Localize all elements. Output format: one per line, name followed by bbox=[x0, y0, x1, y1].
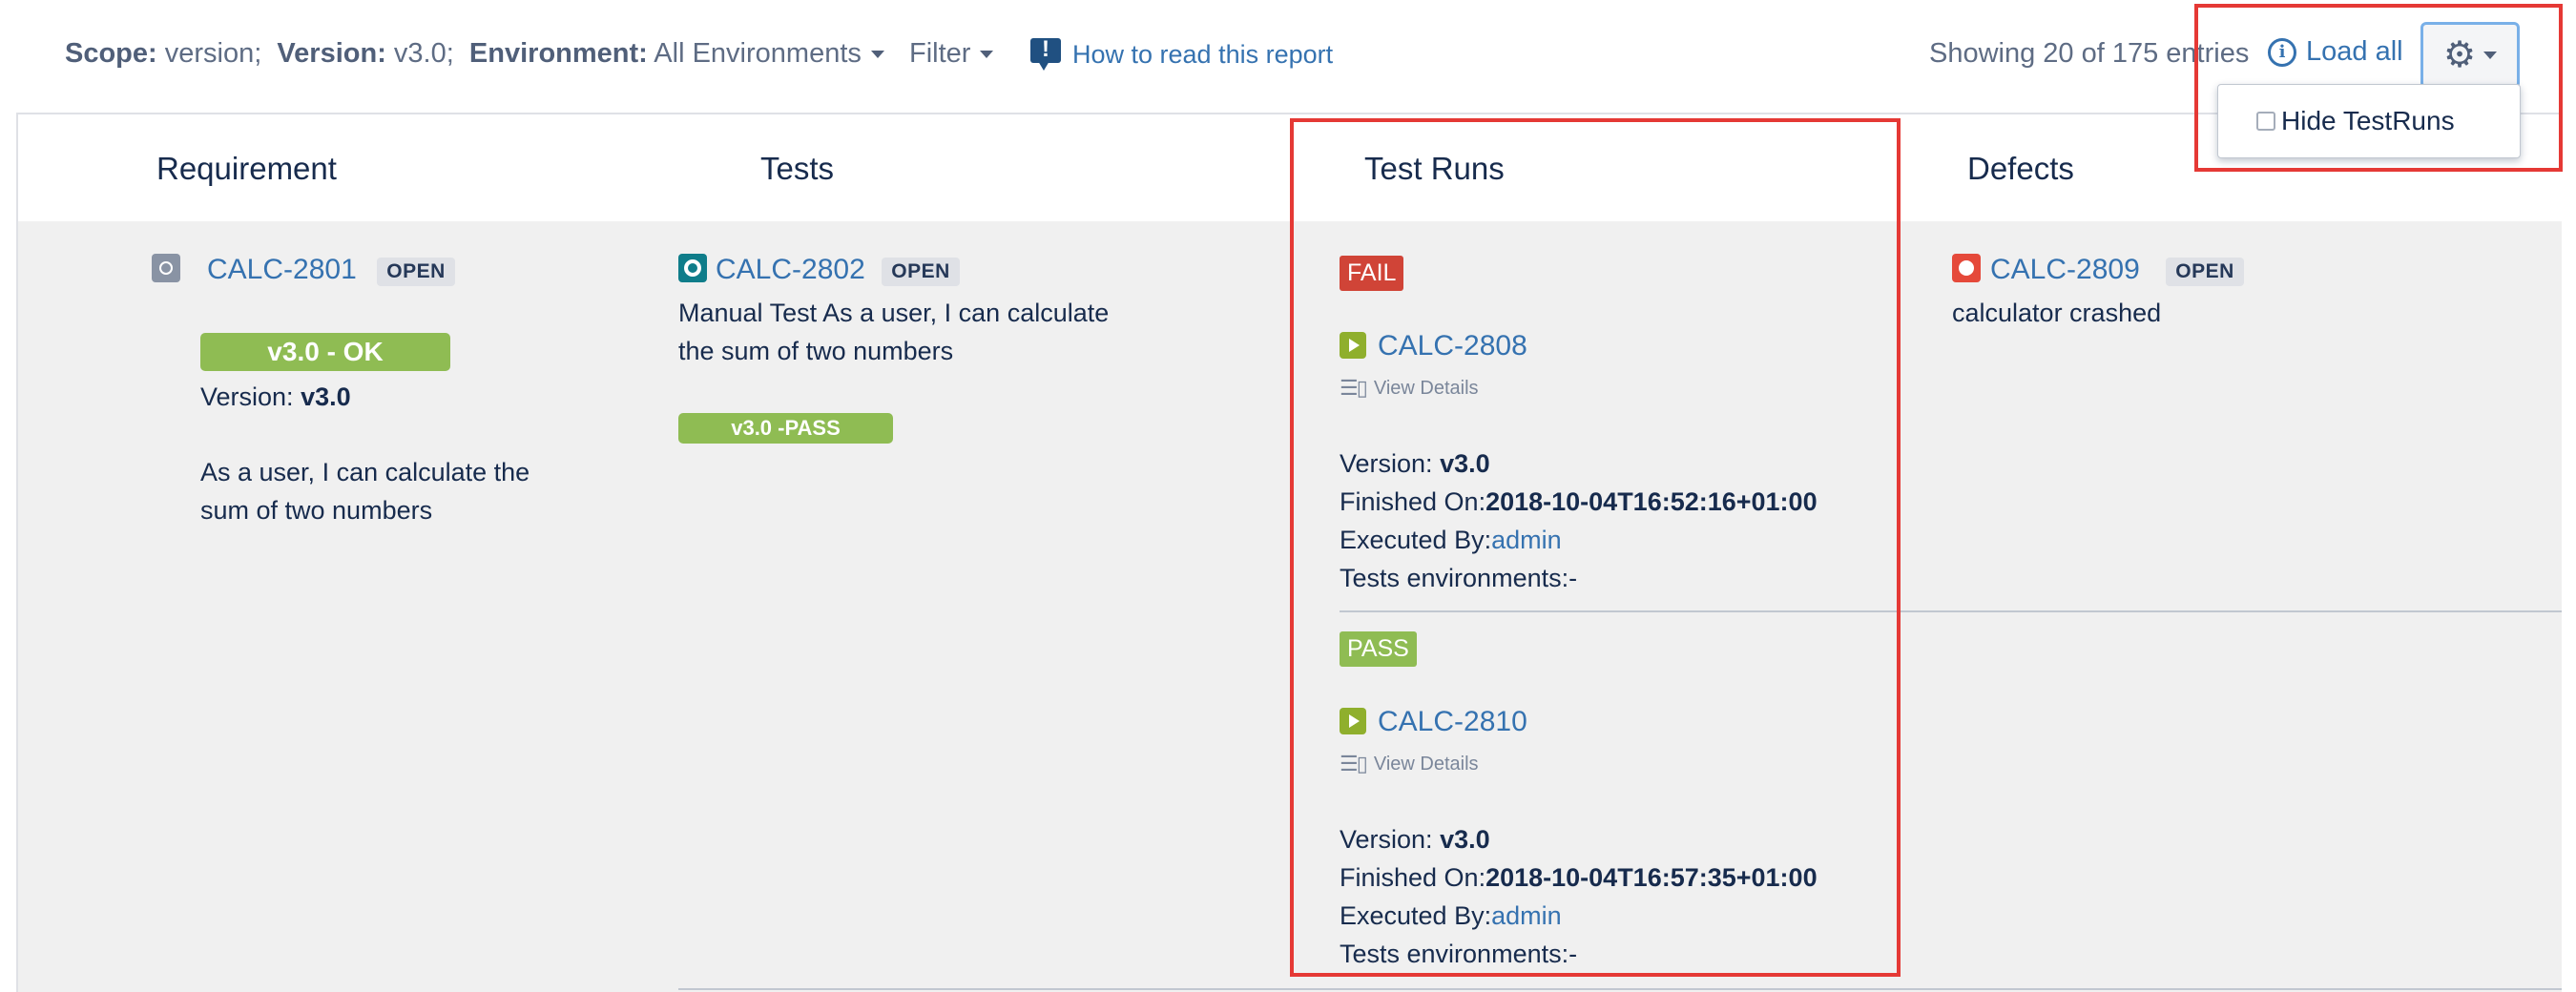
how-to-read-link[interactable]: ! How to read this report bbox=[1030, 36, 1334, 71]
scope-summary: Scope: version; Version: v3.0; Environme… bbox=[65, 38, 884, 70]
test-summary-line: the sum of two numbers bbox=[678, 337, 954, 365]
filter-label: Filter bbox=[909, 38, 971, 69]
environment-dropdown[interactable]: Environment: All Environments bbox=[469, 38, 884, 69]
test-key-row: CALC-2802 OPEN bbox=[716, 254, 960, 286]
version-value: v3.0; bbox=[393, 38, 454, 69]
requirement-key-link[interactable]: CALC-2801 bbox=[207, 254, 357, 285]
traceability-table: Requirement Tests Test Runs Defects CALC… bbox=[16, 113, 2562, 992]
version-label: Version: bbox=[277, 38, 386, 69]
test-status-badge: OPEN bbox=[882, 257, 960, 286]
test-type-icon bbox=[678, 254, 707, 282]
scope-value: version; bbox=[164, 38, 262, 69]
requirement-status-badge: OPEN bbox=[377, 257, 455, 286]
column-header-tests: Tests bbox=[760, 151, 835, 186]
defect-type-icon bbox=[1952, 254, 1981, 282]
report-toolbar: Scope: version; Version: v3.0; Environme… bbox=[0, 0, 2576, 113]
column-header-defects: Defects bbox=[1967, 151, 2074, 186]
test-result-badge: v3.0 -PASS bbox=[678, 413, 893, 444]
environment-value: All Environments bbox=[654, 38, 862, 69]
highlight-test-runs-column bbox=[1290, 118, 1901, 977]
chevron-down-icon bbox=[870, 51, 884, 59]
requirement-summary: As a user, I can calculate the sum of tw… bbox=[200, 453, 530, 529]
test-key-link[interactable]: CALC-2802 bbox=[716, 254, 865, 285]
requirement-version-value: v3.0 bbox=[301, 382, 351, 411]
requirement-summary-line: sum of two numbers bbox=[200, 496, 433, 525]
requirement-type-icon bbox=[152, 254, 180, 282]
how-to-read-label: How to read this report bbox=[1072, 39, 1334, 69]
defect-status-badge: OPEN bbox=[2166, 257, 2244, 286]
requirement-coverage-badge: v3.0 - OK bbox=[200, 333, 450, 371]
requirement-version-label: Version: bbox=[200, 382, 301, 411]
chevron-down-icon bbox=[980, 51, 994, 59]
environment-label: Environment: bbox=[468, 38, 648, 69]
test-summary-line: Manual Test As a user, I can calculate bbox=[678, 299, 1110, 327]
help-bubble-icon: ! bbox=[1030, 36, 1061, 71]
defect-summary: calculator crashed bbox=[1952, 299, 2162, 327]
defect-key-row: CALC-2809 OPEN bbox=[1990, 254, 2244, 286]
defect-key-link[interactable]: CALC-2809 bbox=[1990, 254, 2140, 285]
requirement-summary-line: As a user, I can calculate the bbox=[200, 458, 530, 486]
requirement-version: Version: v3.0 bbox=[200, 378, 351, 416]
test-summary: Manual Test As a user, I can calculate t… bbox=[678, 294, 1109, 370]
highlight-settings-menu bbox=[2194, 4, 2563, 172]
scope-label: Scope: bbox=[65, 38, 157, 69]
filter-dropdown[interactable]: Filter bbox=[909, 38, 994, 70]
requirement-key-row: CALC-2801 OPEN bbox=[207, 254, 455, 286]
column-header-requirement: Requirement bbox=[156, 151, 337, 186]
